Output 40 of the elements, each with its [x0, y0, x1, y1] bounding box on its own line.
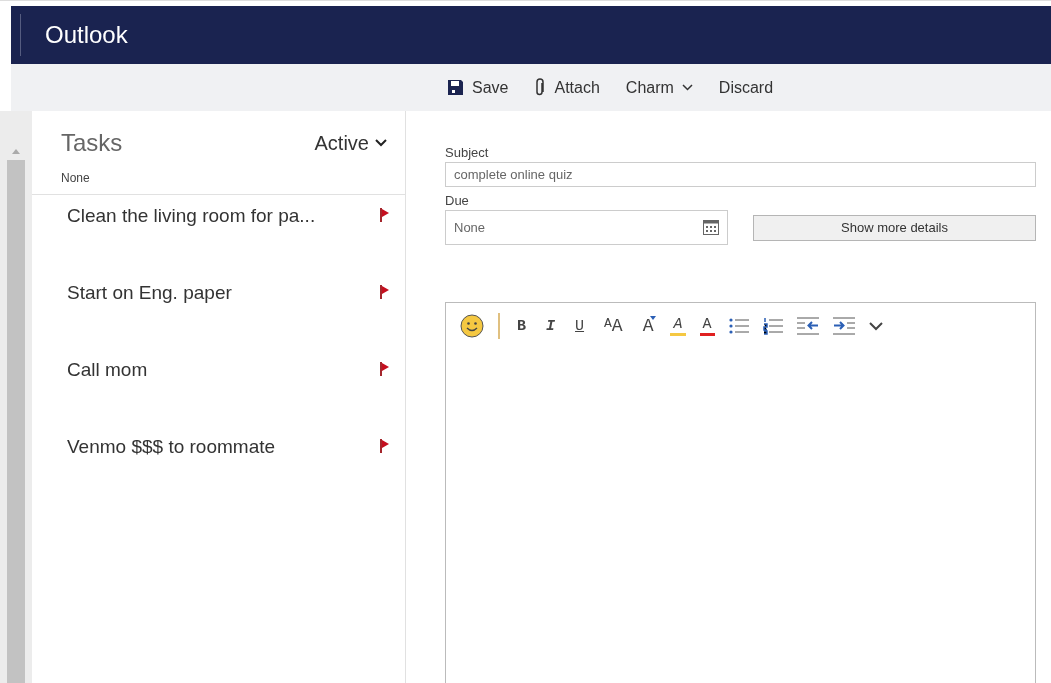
toolbar-divider	[498, 313, 500, 339]
calendar-icon[interactable]	[703, 220, 719, 235]
task-title[interactable]: Clean the living room for pa...	[67, 205, 316, 227]
flag-icon[interactable]	[380, 208, 389, 222]
save-icon	[447, 79, 464, 96]
bullet-list-icon[interactable]	[728, 317, 749, 335]
tasks-title: Tasks	[61, 129, 123, 157]
field-label: Due	[445, 193, 470, 208]
chevron-down-icon[interactable]	[868, 321, 883, 331]
group-label: None	[32, 157, 405, 195]
chevron-down-icon	[375, 139, 387, 147]
increase-indent-icon[interactable]	[832, 317, 855, 335]
toolbar-button[interactable]: Save	[437, 74, 519, 101]
app-title: Outlook	[45, 21, 128, 49]
underline-button[interactable]: U	[572, 317, 588, 335]
task-title[interactable]: Venmo $$$ to roommate	[67, 436, 276, 458]
show-more-details-button[interactable]: Show more details	[753, 214, 1036, 241]
font-color-button[interactable]: A	[699, 316, 715, 336]
task-title[interactable]: Call mom	[67, 359, 148, 381]
smiley-icon[interactable]	[460, 314, 484, 338]
grow-font-button[interactable]: A	[639, 316, 657, 336]
caret-icon	[650, 316, 657, 320]
toolbar-button[interactable]: Attach	[524, 74, 610, 101]
field-label: Subject	[445, 145, 490, 160]
flag-icon[interactable]	[380, 439, 389, 453]
chevron-down-icon	[681, 84, 693, 91]
due-date-field[interactable]: None	[445, 210, 728, 245]
toolbar-button[interactable]: Discard	[708, 74, 784, 101]
highlight-button[interactable]: A	[670, 316, 686, 336]
flag-icon[interactable]	[380, 362, 389, 376]
filter-dropdown[interactable]: Active	[314, 131, 387, 155]
bold-button[interactable]: B	[514, 317, 529, 335]
numbered-list-icon[interactable]	[762, 317, 783, 335]
italic-button[interactable]: I	[543, 317, 559, 335]
subject-field[interactable]: complete online quiz	[445, 162, 1036, 187]
paperclip-icon	[534, 78, 547, 97]
flag-icon[interactable]	[380, 285, 389, 299]
task-title[interactable]: Start on Eng. paper	[67, 282, 232, 304]
decrease-indent-icon[interactable]	[796, 317, 819, 335]
toolbar-button[interactable]: Charm	[615, 74, 703, 101]
